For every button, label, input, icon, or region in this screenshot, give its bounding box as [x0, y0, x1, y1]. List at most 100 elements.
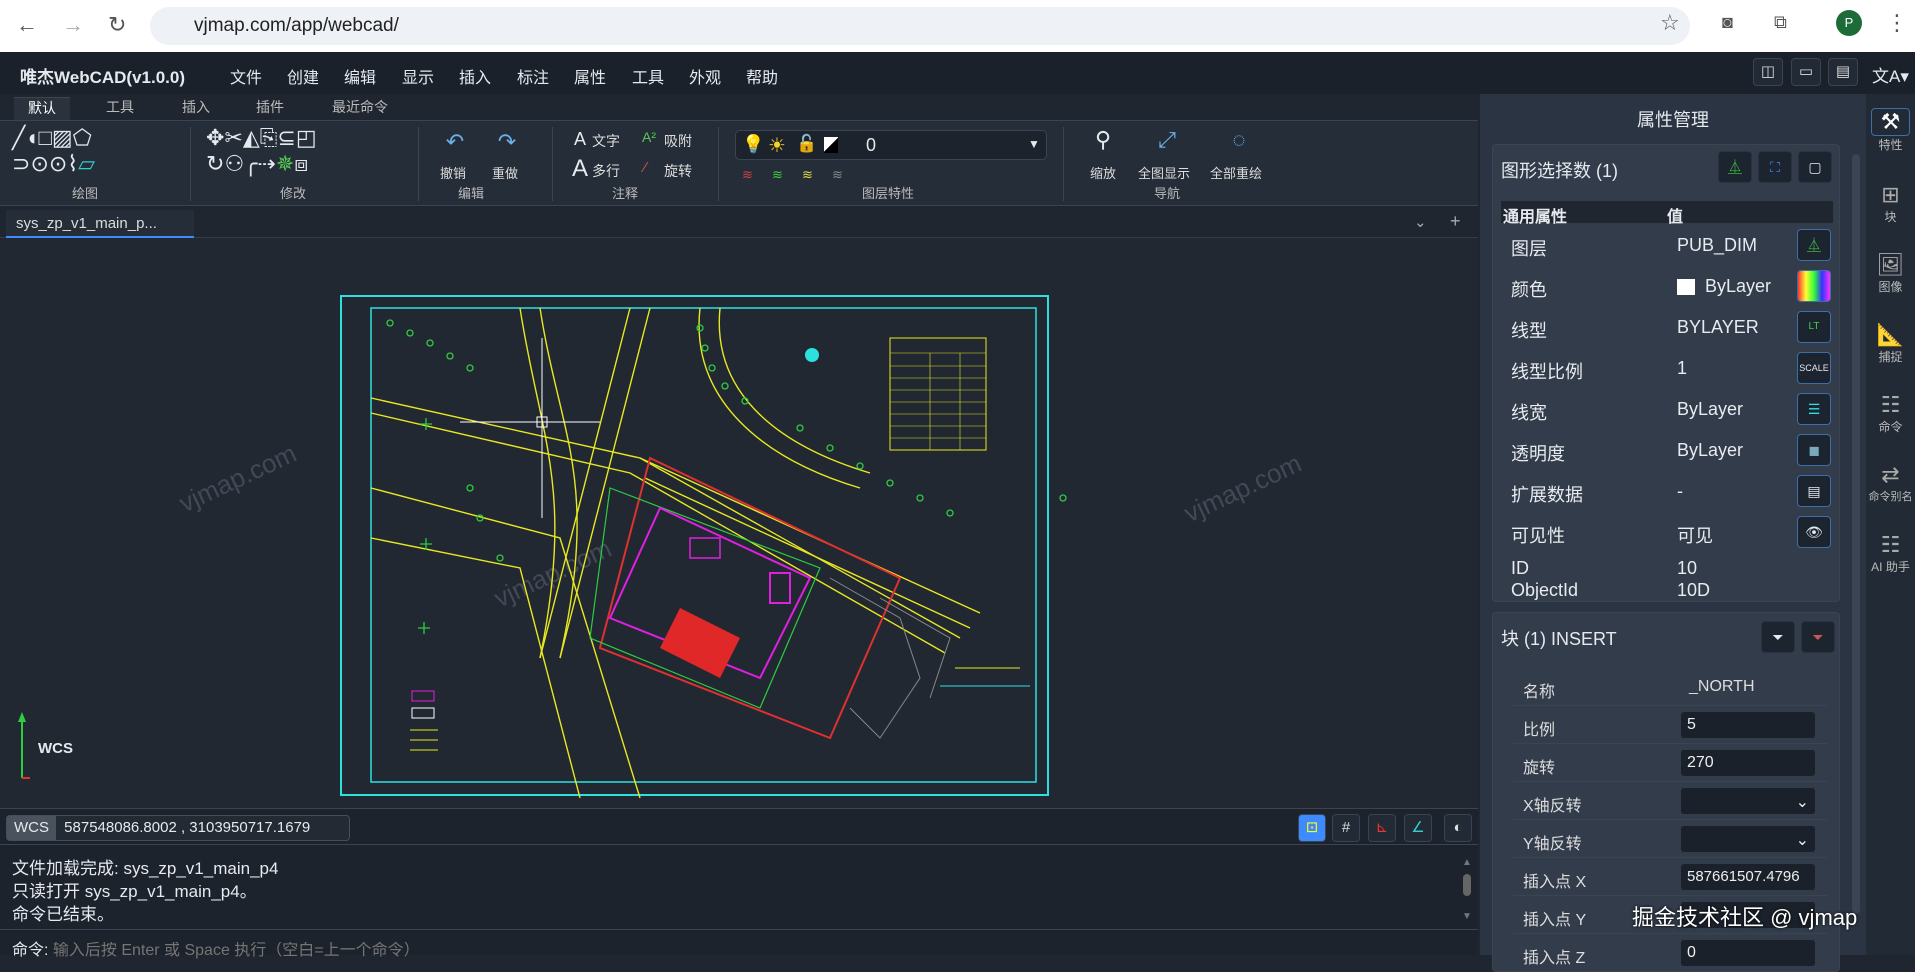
prop-value[interactable]: 可见 [1677, 522, 1713, 548]
rotation-input[interactable]: 270 [1681, 750, 1815, 776]
extend-icon[interactable]: ⎘ [260, 125, 278, 150]
camera-icon[interactable]: ◙ [1722, 12, 1733, 33]
move-icon[interactable]: ✥ [206, 125, 224, 150]
zoom-extents-icon[interactable]: ⤢ [1152, 127, 1182, 153]
circle-icon[interactable]: ⊙ [30, 151, 48, 176]
back-icon[interactable]: ← [16, 12, 38, 38]
layer-new-icon[interactable]: ≋ [772, 167, 783, 183]
reload-icon[interactable]: ↻ [108, 12, 126, 38]
spline-icon[interactable]: ⌇ [67, 151, 78, 176]
prop-value[interactable]: ByLayer [1677, 440, 1743, 461]
zoom-button[interactable]: 缩放 [1090, 163, 1116, 182]
menu-insert[interactable]: 插入 [459, 64, 491, 88]
prop-value[interactable]: BYLAYER [1677, 317, 1759, 338]
clear-filter-icon[interactable]: ⏷ [1801, 621, 1835, 653]
scale-icon[interactable]: ◰ [296, 125, 317, 150]
undo-icon[interactable]: ↶ [440, 129, 470, 155]
window-icon[interactable]: ▭ [1791, 58, 1821, 86]
document-icon[interactable]: ▤ [1828, 58, 1858, 86]
lock-icon[interactable]: 🔓 [796, 134, 817, 154]
stretch-icon[interactable]: ⇢ [257, 151, 275, 176]
sidebar-item-ai[interactable]: ☷ AI 助手 [1866, 532, 1915, 575]
eye-icon[interactable]: 👁 [1797, 516, 1831, 548]
scale-input[interactable]: 5 [1681, 712, 1815, 738]
redo-icon[interactable]: ↷ [492, 129, 522, 155]
lineweight-icon[interactable]: ☰ [1797, 393, 1831, 425]
trim-icon[interactable]: ✂ [224, 125, 242, 150]
menu-appearance[interactable]: 外观 [689, 64, 721, 88]
tab-recent[interactable]: 最近命令 [318, 97, 402, 117]
menu-file[interactable]: 文件 [230, 64, 262, 88]
zoom-extents-button[interactable]: 全图显示 [1138, 163, 1190, 182]
menu-tools[interactable]: 工具 [632, 64, 664, 88]
chevron-down-icon[interactable]: ⌄ [1414, 213, 1427, 231]
rectangle-icon[interactable]: □ [39, 125, 52, 150]
insert-z-input[interactable]: 0 [1681, 940, 1815, 966]
explode-icon[interactable]: ✵ [276, 151, 294, 176]
display-toggle-icon[interactable]: ◐ [1444, 814, 1472, 842]
sun-icon[interactable]: ☀ [768, 133, 786, 158]
snap-icon[interactable]: A² [642, 129, 656, 145]
text-button[interactable]: 文字 [592, 131, 620, 151]
sidebar-item-block[interactable]: ⊞ 块 [1866, 182, 1915, 225]
filter-icon[interactable]: ⏷ [1761, 621, 1795, 653]
offset-icon[interactable]: ⊆ [277, 125, 295, 150]
menu-edit[interactable]: 编辑 [344, 64, 376, 88]
scale-icon[interactable]: SCALE [1797, 352, 1831, 384]
linetype-icon[interactable]: LT [1797, 311, 1831, 343]
layer-dropdown[interactable]: 💡 ☀ 🔓 0 ▼ [735, 130, 1047, 160]
layer-filter-icon[interactable]: ⏅ [1718, 151, 1752, 183]
chevron-down-icon[interactable]: ▼ [1028, 137, 1040, 151]
url-bar[interactable]: vjmap.com/app/webcad/ [150, 7, 1690, 45]
menu-view[interactable]: 显示 [402, 64, 434, 88]
annotate-group-label[interactable]: 注释 [612, 183, 638, 202]
menu-dimension[interactable]: 标注 [517, 64, 549, 88]
x-flip-select[interactable]: ⌄ [1681, 788, 1815, 814]
bulb-icon[interactable]: 💡 [742, 134, 764, 155]
ortho-icon[interactable]: ⊾ [1368, 814, 1396, 842]
xdata-icon[interactable]: ▤ [1797, 475, 1831, 507]
menu-properties[interactable]: 属性 [574, 64, 606, 88]
text-icon[interactable]: A [574, 129, 586, 150]
prop-value[interactable]: ByLayer [1677, 399, 1743, 420]
polar-icon[interactable]: ∠ [1404, 814, 1432, 842]
prop-value[interactable]: ByLayer [1705, 276, 1771, 297]
command-input[interactable] [52, 942, 653, 960]
profile-avatar[interactable]: P [1836, 10, 1862, 36]
sidebar-item-image[interactable]: 🖼 图像 [1866, 252, 1915, 295]
mtext-icon[interactable]: A [572, 155, 588, 183]
line-icon[interactable]: ╱ [12, 125, 25, 150]
layer-freeze-icon[interactable]: ≋ [802, 167, 813, 183]
draw-group-label[interactable]: 绘图 [72, 183, 98, 202]
object-snap-icon[interactable]: ⊡ [1298, 814, 1326, 842]
grid-icon[interactable]: # [1332, 814, 1360, 842]
prop-value[interactable]: 1 [1677, 358, 1687, 379]
layer-off-icon[interactable]: ≋ [832, 167, 843, 183]
rotate-icon[interactable]: ↻ [206, 151, 224, 176]
edit-group-label[interactable]: 编辑 [458, 183, 484, 202]
layer-state-icon[interactable]: ≋ [742, 167, 753, 183]
sidebar-item-snap[interactable]: 📐 捕捉 [1866, 322, 1915, 365]
panel-scrollbar[interactable] [1852, 154, 1860, 914]
prop-value[interactable]: PUB_DIM [1677, 235, 1757, 256]
history-scrollbar[interactable]: ▲ ▼ [1462, 851, 1472, 925]
coord-system[interactable]: WCS [7, 816, 56, 840]
regen-icon[interactable]: ◌ [1224, 127, 1254, 153]
regen-button[interactable]: 全部重绘 [1210, 163, 1262, 182]
mtext-button[interactable]: 多行 [592, 161, 620, 181]
menu-help[interactable]: 帮助 [746, 64, 778, 88]
mirror-icon[interactable]: ◭ [243, 125, 260, 150]
snap-button[interactable]: 吸附 [664, 131, 692, 151]
polyline-icon[interactable]: ⊃ [12, 151, 30, 176]
document-tab[interactable]: sys_zp_v1_main_p... [6, 210, 194, 238]
color-palette-icon[interactable] [1797, 270, 1831, 302]
add-tab-icon[interactable]: + [1450, 211, 1461, 232]
tab-plugins[interactable]: 插件 [242, 97, 298, 117]
extensions-icon[interactable]: ⧉ [1774, 12, 1787, 33]
transparency-icon[interactable]: ◼ [1797, 434, 1831, 466]
sidebar-item-alias[interactable]: ⇄ 命令别名 [1866, 462, 1915, 504]
language-icon[interactable]: 文A▾ [1872, 62, 1909, 87]
tab-tools[interactable]: 工具 [92, 97, 148, 117]
quick-select-icon[interactable]: ▢ [1798, 151, 1832, 183]
fillet-icon[interactable]: ╭ [244, 151, 257, 176]
